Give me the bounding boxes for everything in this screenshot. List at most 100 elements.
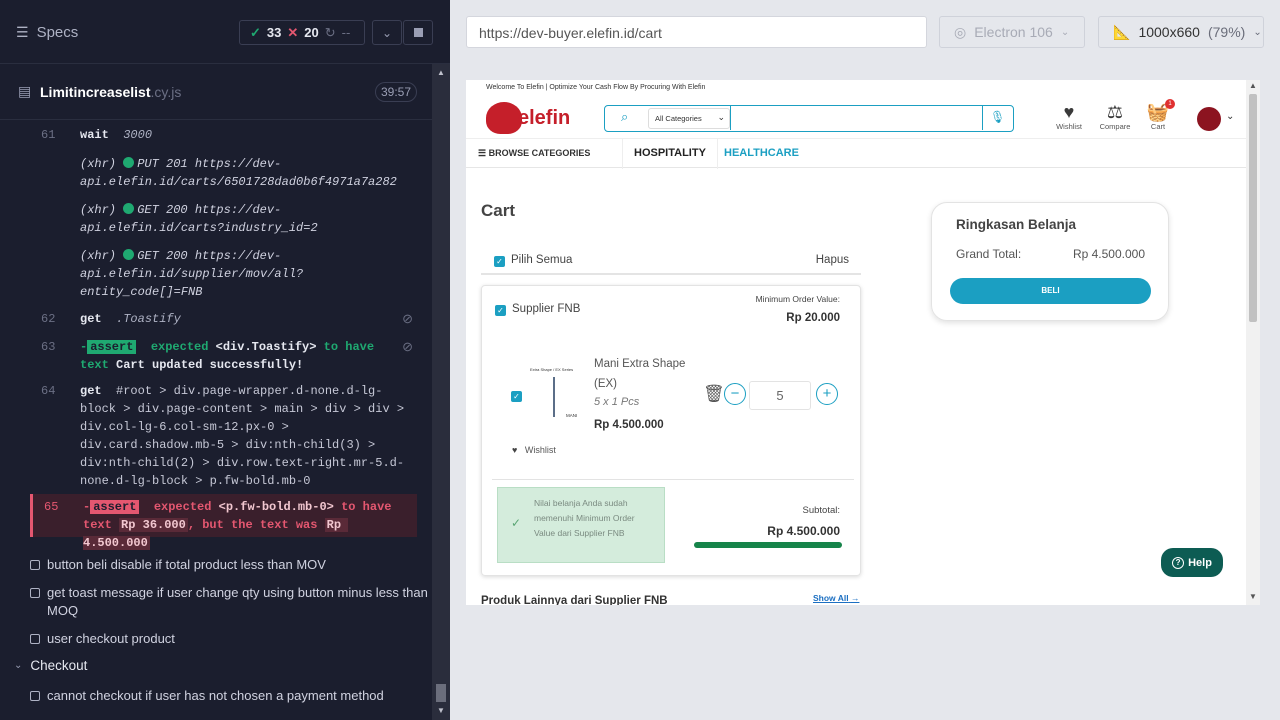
product-image-brand: MANI xyxy=(566,413,578,418)
log-scrollbar[interactable]: ▲ ▼ xyxy=(432,64,450,720)
chevron-down-icon[interactable]: ⌄ xyxy=(1226,111,1234,122)
product-name[interactable]: Mani Extra Shape (EX) xyxy=(594,354,694,394)
xhr-row[interactable]: (xhr) PUT 201 https://dev-api.elefin.id/… xyxy=(30,155,417,195)
delete-all-button[interactable]: Hapus xyxy=(816,254,849,266)
command-arg: #root > div.page-wrapper.d-none.d-lg-blo… xyxy=(80,384,412,488)
ruler-icon: 📐 xyxy=(1113,23,1131,40)
aut-panel: https://dev-buyer.elefin.id/cart ◎ Elect… xyxy=(450,0,1280,720)
quantity-plus-button[interactable]: + xyxy=(816,383,838,405)
suite-checkout[interactable]: ⌄ Checkout xyxy=(14,658,87,673)
test-item[interactable]: button beli disable if total product les… xyxy=(30,556,430,574)
select-all-checkbox[interactable]: ✓ xyxy=(494,256,505,267)
chevron-down-button[interactable]: ⌄ xyxy=(372,20,402,45)
wishlist-link[interactable]: ♥ Wishlist xyxy=(1054,102,1084,131)
site-logo[interactable]: elefin xyxy=(486,102,570,134)
nav-hospitality[interactable]: HOSPITALITY xyxy=(622,139,718,169)
test-item[interactable]: cannot checkout if user has not chosen a… xyxy=(30,687,430,705)
search-icon: ⌕ xyxy=(621,109,629,124)
browser-selector[interactable]: ◎ Electron 106 ⌄ xyxy=(939,16,1085,48)
cart-badge: 1 xyxy=(1165,99,1175,109)
browser-icon: ◎ xyxy=(954,23,967,40)
wishlist-toggle-label: Wishlist xyxy=(524,445,556,455)
cart-link[interactable]: 🧺 1 Cart xyxy=(1146,99,1175,131)
assert-text: expected xyxy=(150,340,209,354)
subtotal-value: Rp 4.500.000 xyxy=(767,524,840,538)
command-number: 61 xyxy=(41,128,56,142)
quantity-minus-button[interactable]: − xyxy=(724,383,746,405)
eye-slash-icon[interactable]: ⊘ xyxy=(402,338,413,356)
category-value: All Categories xyxy=(655,114,702,123)
product-image[interactable]: Extra Shape / EX Series MANI xyxy=(530,367,582,425)
spec-file-header: ▤ Limitincreaselist.cy.js 39:57 xyxy=(0,64,432,120)
passed-count: 33 xyxy=(266,25,282,40)
trash-icon[interactable]: 🗑 xyxy=(703,384,725,404)
compare-link[interactable]: ⚖ Compare xyxy=(1096,102,1134,131)
xhr-label: (xhr) xyxy=(80,157,117,171)
test-title: get toast message if user change qty usi… xyxy=(47,585,428,618)
supplier-checkbox[interactable]: ✓ xyxy=(495,305,506,316)
scroll-down-icon[interactable]: ▼ xyxy=(1249,592,1257,601)
expected-value: Rp 36.000 xyxy=(119,518,188,532)
browser-name: Electron 106 xyxy=(974,24,1053,40)
browse-categories[interactable]: ☰ BROWSE CATEGORIES xyxy=(478,148,590,159)
frame-scrollbar[interactable]: ▲ ▼ xyxy=(1246,80,1260,605)
assert-row[interactable]: 63 - assert expected <div.Toastify> to ha… xyxy=(30,338,417,378)
wishlist-toggle[interactable]: ♥ Wishlist xyxy=(512,445,556,455)
viewport-selector[interactable]: 📐 1000x660 (79%) ⌄ xyxy=(1098,16,1264,48)
pending-icon: ↻ xyxy=(324,24,336,40)
grand-total-label: Grand Total: xyxy=(956,247,1022,261)
status-dot-icon xyxy=(123,157,135,168)
command-row[interactable]: 62 get .Toastify ⊘ xyxy=(30,310,417,332)
scroll-thumb[interactable] xyxy=(436,684,446,702)
command-log-panel: ☰ Specs ✓ 33 ✕ 20 ↻ -- ⌄ ▤ Limitincrease… xyxy=(0,0,450,720)
assert-tag: assert xyxy=(90,500,140,514)
quantity-input[interactable]: 5 xyxy=(749,381,811,410)
scroll-up-icon[interactable]: ▲ xyxy=(1249,81,1257,90)
question-icon: ? xyxy=(1172,556,1185,569)
runner-header: ☰ Specs ✓ 33 ✕ 20 ↻ -- ⌄ xyxy=(0,0,450,64)
scroll-up-icon[interactable]: ▲ xyxy=(437,68,445,77)
heart-icon: ♥ xyxy=(1063,102,1075,122)
specs-toggle[interactable]: ☰ Specs xyxy=(16,24,78,41)
scroll-thumb[interactable] xyxy=(1249,94,1257,322)
scroll-down-icon[interactable]: ▼ xyxy=(437,706,445,715)
category-select[interactable]: All Categories ⌄ xyxy=(648,108,730,129)
command-number: 64 xyxy=(41,384,56,398)
supplier-name: Supplier FNB xyxy=(512,303,581,315)
microphone-icon[interactable]: 🎙 xyxy=(990,110,1005,124)
test-item[interactable]: user checkout product xyxy=(30,630,430,648)
search-input[interactable] xyxy=(730,106,983,130)
stop-icon xyxy=(413,28,423,37)
show-all-link[interactable]: Show All → xyxy=(813,593,859,603)
buy-button[interactable]: BELI xyxy=(950,278,1151,304)
assert-text: expected xyxy=(153,500,212,514)
mov-progress-fill xyxy=(694,542,842,548)
nav-healthcare[interactable]: HEALTHCARE xyxy=(724,147,799,159)
test-checkbox-icon xyxy=(30,560,40,570)
stop-button[interactable] xyxy=(403,20,433,45)
command-number: 63 xyxy=(41,340,56,354)
test-checkbox-icon xyxy=(30,588,40,598)
specs-label: Specs xyxy=(36,24,79,41)
avatar[interactable] xyxy=(1197,107,1221,131)
xhr-row[interactable]: (xhr) GET 200 https://dev-api.elefin.id/… xyxy=(30,247,417,305)
eye-slash-icon[interactable]: ⊘ xyxy=(402,310,413,328)
test-item[interactable]: get toast message if user change qty usi… xyxy=(30,584,430,620)
command-name: get xyxy=(80,312,102,326)
test-title: cannot checkout if user has not chosen a… xyxy=(47,688,384,703)
xhr-row[interactable]: (xhr) GET 200 https://dev-api.elefin.id/… xyxy=(30,201,417,241)
url-bar[interactable]: https://dev-buyer.elefin.id/cart xyxy=(466,16,927,48)
select-all-label: Pilih Semua xyxy=(511,254,573,266)
help-label: Help xyxy=(1188,556,1212,569)
command-row[interactable]: 61 wait 3000 xyxy=(30,126,417,148)
command-row[interactable]: 64 get #root > div.page-wrapper.d-none.d… xyxy=(30,382,417,490)
welcome-bar: Welcome To Elefin | Optimize Your Cash F… xyxy=(486,84,706,91)
menu-icon: ☰ xyxy=(16,24,29,40)
product-checkbox[interactable]: ✓ xyxy=(511,391,522,402)
check-icon: ✓ xyxy=(511,516,522,530)
browse-label: BROWSE CATEGORIES xyxy=(488,148,591,158)
failed-assert-row[interactable]: 65 - assert expected <p.fw-bold.mb-0> to … xyxy=(30,494,417,550)
help-button[interactable]: ? Help xyxy=(1161,548,1223,577)
command-arg: 3000 xyxy=(123,128,153,142)
spec-file-name[interactable]: Limitincreaselist.cy.js xyxy=(40,84,181,100)
